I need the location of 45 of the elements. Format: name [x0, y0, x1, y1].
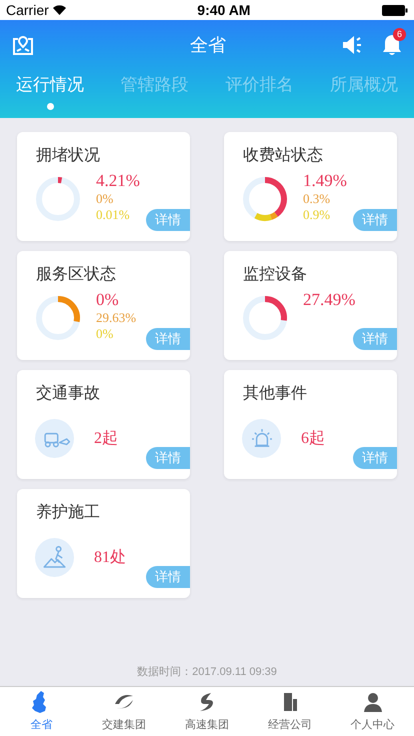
card-title: 收费站状态 [243, 146, 323, 166]
stat-value: 81处 [94, 548, 126, 568]
tab[interactable]: 所属概况 [330, 74, 398, 110]
card-title: 服务区状态 [36, 264, 116, 285]
stat-value: 2起 [94, 428, 118, 448]
card-title: 监控设备 [243, 265, 307, 285]
map-pin-icon[interactable] [12, 34, 34, 56]
card-title: 拥堵状况 [36, 146, 100, 166]
wifi-icon [52, 5, 66, 15]
nav-tab-label[interactable]: 个人中心 [350, 716, 395, 734]
details-button[interactable]: 详情 [353, 328, 397, 350]
stat-value: 27.49% [303, 291, 356, 308]
details-button[interactable]: 详情 [353, 209, 397, 231]
clock: 9:40 AM [197, 0, 250, 20]
stat-value: 0.01% [96, 208, 131, 221]
notification-badge: 6 [393, 28, 406, 41]
stat-value: 4.21% [96, 172, 140, 189]
data-timestamp: 数据时间：2017.09.11 09:39 [137, 664, 277, 680]
details-button[interactable]: 详情 [146, 328, 190, 350]
header-title: 全省 [190, 34, 226, 56]
details-button[interactable]: 详情 [146, 447, 190, 469]
stat-value: 0% [96, 291, 120, 308]
stat-value: 0% [96, 192, 114, 205]
card-title: 交通事故 [36, 384, 100, 404]
nav-tab-label[interactable]: 经营公司 [268, 716, 312, 734]
details-button[interactable]: 详情 [146, 209, 190, 231]
stat-value: 29.63% [96, 311, 136, 324]
stat-value: 1.49% [303, 172, 347, 189]
stat-value: 0.3% [303, 192, 332, 205]
tab[interactable]: 管辖路段 [120, 74, 189, 110]
carrier-label: Carrier [6, 0, 49, 20]
card-title: 养护施工 [36, 502, 100, 523]
speaker-icon[interactable] [342, 35, 364, 55]
battery-icon [382, 4, 408, 16]
nav-tab-label[interactable]: 交建集团 [102, 716, 146, 734]
card-title: 其他事件 [243, 384, 307, 404]
nav-tab-label[interactable]: 高速集团 [184, 716, 229, 734]
stat-value: 0.9% [303, 208, 332, 221]
details-button[interactable]: 详情 [146, 566, 190, 588]
stat-value: 6起 [301, 428, 325, 448]
details-button[interactable]: 详情 [353, 447, 397, 469]
nav-tab-label[interactable]: 全省 [30, 716, 52, 734]
tab[interactable]: 评价排名 [225, 74, 294, 110]
stat-value: 0% [96, 327, 114, 340]
tab[interactable]: 运行情况 [16, 74, 84, 110]
